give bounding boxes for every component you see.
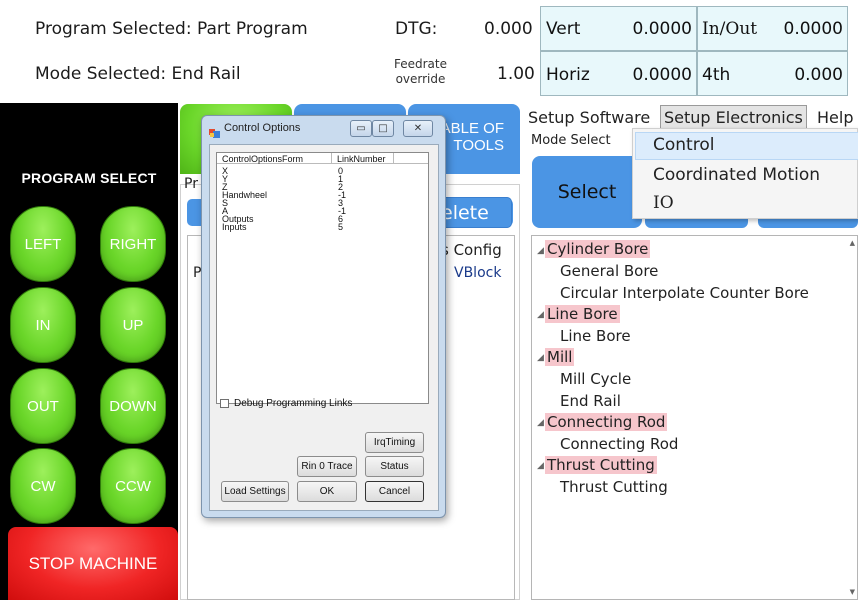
column-header-link[interactable]: LinkNumber	[337, 155, 386, 164]
link-number-listbox[interactable]: ControlOptionsForm LinkNumber X 0 Y 1 Z …	[216, 152, 429, 404]
load-settings-button[interactable]: Load Settings	[221, 481, 289, 502]
config-header-partial: s Config	[441, 241, 502, 259]
menu-setup-software[interactable]: Setup Software	[528, 108, 650, 127]
vert-readout: Vert 0.0000	[540, 6, 697, 51]
inout-readout: In/Out 0.0000	[697, 6, 848, 51]
dtg-value: 0.000	[484, 19, 533, 39]
tree-item-thrust-cutting-child[interactable]: Thrust Cutting	[560, 478, 668, 496]
jog-down-button[interactable]: DOWN	[100, 368, 166, 444]
debug-links-checkbox[interactable]	[220, 399, 229, 408]
rotate-ccw-button[interactable]: CCW	[100, 448, 166, 524]
program-selected-text: Program Selected: Part Program	[35, 19, 308, 39]
dropdown-item-coordinated-motion[interactable]: Coordinated Motion	[653, 165, 820, 185]
vblock-item[interactable]: VBlock	[454, 265, 501, 281]
program-label-partial: Pr	[184, 176, 198, 192]
tree-item-line-bore-child[interactable]: Line Bore	[560, 327, 631, 345]
select-button[interactable]: Select	[532, 156, 642, 228]
row-link: 5	[338, 222, 344, 232]
stop-machine-button[interactable]: STOP MACHINE	[8, 527, 178, 600]
row-name: Handwheel	[222, 190, 268, 200]
maximize-icon[interactable]: □	[372, 120, 394, 137]
program-select-title: PROGRAM SELECT	[21, 170, 157, 186]
mode-selected-text: Mode Selected: End Rail	[35, 64, 241, 84]
tree-item-cylinder-bore[interactable]: Cylinder Bore	[545, 240, 651, 258]
feedrate-value: 1.00	[497, 64, 535, 84]
dropdown-item-io[interactable]: IO	[653, 193, 674, 213]
minimize-icon[interactable]: ▭	[350, 120, 372, 137]
jog-in-button[interactable]: IN	[10, 287, 76, 363]
cancel-button[interactable]: Cancel	[365, 481, 424, 502]
status-bar: Program Selected: Part Program Mode Sele…	[0, 0, 858, 103]
jog-up-button[interactable]: UP	[100, 287, 166, 363]
jog-right-button[interactable]: RIGHT	[100, 206, 166, 282]
dropdown-item-control[interactable]: Control	[653, 135, 714, 155]
mode-select-label: Mode Select	[531, 133, 611, 148]
irq-timing-button[interactable]: IrqTiming	[365, 432, 424, 453]
collapse-triangle-icon[interactable]: ◢	[537, 310, 544, 320]
tree-item-mill-cycle[interactable]: Mill Cycle	[560, 370, 631, 388]
dialog-title: Control Options	[224, 122, 301, 134]
collapse-triangle-icon[interactable]: ◢	[537, 353, 544, 363]
tree-item-line-bore[interactable]: Line Bore	[545, 305, 620, 323]
control-options-dialog: Control Options ▭ □ ✕ ControlOptionsForm…	[201, 115, 446, 518]
scroll-up-icon[interactable]: ▲	[850, 239, 855, 247]
status-button[interactable]: Status	[365, 456, 424, 477]
column-divider	[393, 153, 394, 164]
jog-left-button[interactable]: LEFT	[10, 206, 76, 282]
tree-item-end-rail[interactable]: End Rail	[560, 392, 621, 410]
tree-item-connecting-rod-child[interactable]: Connecting Rod	[560, 435, 678, 453]
row-name: Inputs	[222, 222, 247, 232]
column-header-form[interactable]: ControlOptionsForm	[222, 155, 303, 164]
menu-setup-electronics[interactable]: Setup Electronics	[660, 105, 807, 130]
horiz-readout: Horiz 0.0000	[540, 51, 697, 96]
jog-out-button[interactable]: OUT	[10, 368, 76, 444]
menu-help[interactable]: Help	[817, 108, 853, 127]
tree-item-general-bore[interactable]: General Bore	[560, 262, 658, 280]
collapse-triangle-icon[interactable]: ◢	[537, 461, 544, 471]
tree-item-circular-interpolate[interactable]: Circular Interpolate Counter Bore	[560, 284, 809, 302]
feedrate-override-label: Feedrate override	[393, 57, 447, 86]
column-divider	[331, 153, 332, 164]
debug-links-label: Debug Programming Links	[234, 398, 353, 409]
ok-button[interactable]: OK	[297, 481, 357, 502]
collapse-triangle-icon[interactable]: ◢	[537, 246, 544, 256]
tree-item-connecting-rod[interactable]: Connecting Rod	[545, 413, 668, 431]
menu-bar: Setup Software Setup Electronics Help	[527, 104, 858, 130]
dtg-label: DTG:	[395, 19, 438, 39]
close-icon[interactable]: ✕	[403, 120, 433, 137]
rin0-trace-button[interactable]: Rin 0 Trace	[297, 456, 357, 477]
rotate-cw-button[interactable]: CW	[10, 448, 76, 524]
collapse-triangle-icon[interactable]: ◢	[537, 418, 544, 428]
fourth-axis-readout: 4th 0.000	[697, 51, 848, 96]
tree-item-mill[interactable]: Mill	[545, 348, 575, 366]
setup-electronics-dropdown: Control Coordinated Motion IO	[632, 128, 858, 219]
tree-item-thrust-cutting[interactable]: Thrust Cutting	[545, 456, 657, 474]
scroll-down-icon[interactable]: ▼	[850, 588, 855, 596]
app-icon	[209, 123, 220, 138]
delete-button[interactable]: elete	[438, 197, 512, 228]
